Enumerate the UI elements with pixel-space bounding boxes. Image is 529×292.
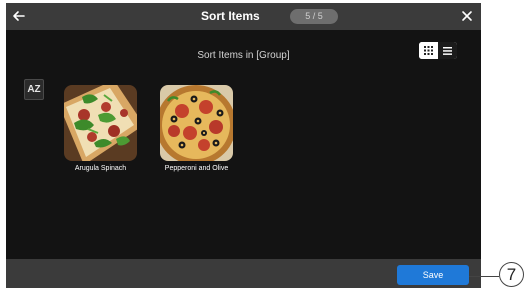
sort-az-button[interactable]: AZ [24,79,44,100]
arrow-left-icon[interactable] [11,8,27,24]
item-name: Pepperoni and Olive [164,165,229,172]
footer-bar: Save [6,259,481,288]
view-toggle [419,42,457,59]
sort-items-dialog: Sort Items 5 / 5 Sort Items in [Group] A… [6,3,481,288]
arugula-spinach-pizza-image [64,85,137,161]
close-icon[interactable] [460,9,474,23]
callout-number: 7 [499,262,524,287]
item-card[interactable]: Arugula Spinach [64,85,137,173]
header-bar: Sort Items 5 / 5 [6,3,481,30]
save-button[interactable]: Save [397,265,469,285]
sort-az-icon: AZ [27,84,41,95]
item-card[interactable]: Pepperoni and Olive [160,85,233,173]
content-area: Sort Items in [Group] AZ Arugula Spinach… [6,30,481,259]
pepperoni-olive-pizza-image [160,85,233,161]
step-badge: 5 / 5 [290,9,338,24]
list-icon [443,46,452,55]
item-name: Arugula Spinach [74,165,127,172]
page-title: Sort Items [201,9,260,23]
grid-view-button[interactable] [419,42,438,59]
grid-icon [424,46,433,55]
list-view-button[interactable] [438,42,457,59]
callout-leader-line [469,276,499,277]
section-subtitle: Sort Items in [Group] [197,50,290,61]
